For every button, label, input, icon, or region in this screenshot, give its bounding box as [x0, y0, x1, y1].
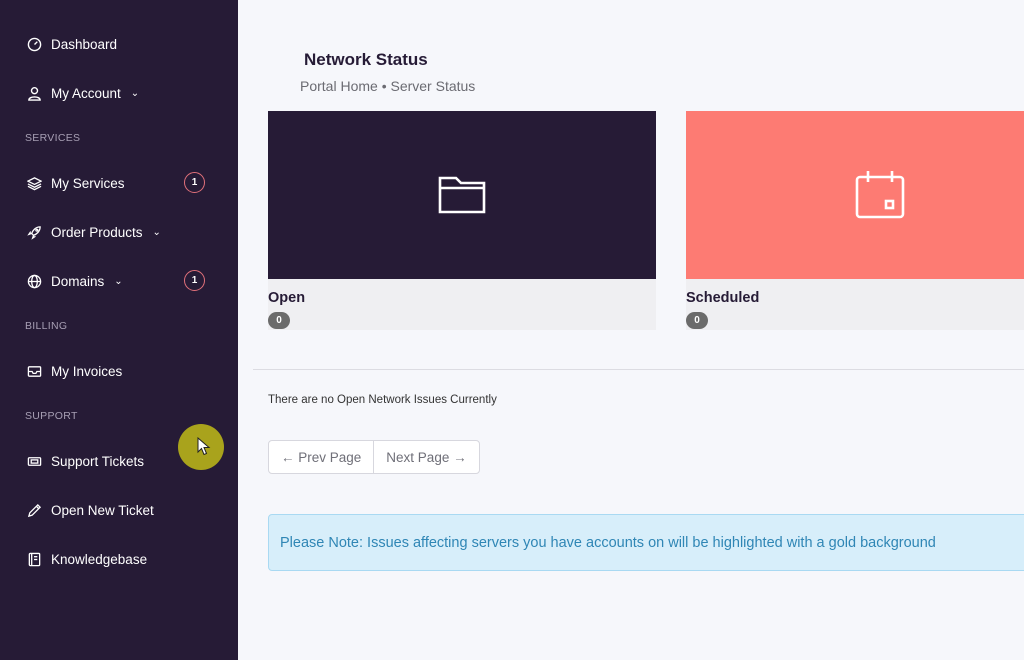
- no-issues-message: There are no Open Network Issues Current…: [268, 394, 497, 406]
- sidebar-item-label: Order Products: [51, 225, 143, 240]
- sidebar-item-label: Knowledgebase: [51, 552, 148, 567]
- domains-count-badge: 1: [184, 270, 205, 291]
- pencil-icon: [26, 502, 43, 519]
- next-page-button[interactable]: Next Page →: [373, 441, 478, 473]
- mouse-pointer-icon: [197, 437, 211, 456]
- card-count-badge: 0: [268, 312, 290, 329]
- sidebar-item-label: Support Tickets: [51, 454, 145, 469]
- section-billing: BILLING: [25, 320, 68, 332]
- section-support: SUPPORT: [25, 410, 78, 422]
- chevron-down-icon: ⌄: [130, 88, 140, 99]
- breadcrumb[interactable]: Portal Home • Server Status: [300, 78, 475, 94]
- gauge-icon: [26, 36, 43, 53]
- prev-page-button[interactable]: ← Prev Page: [269, 441, 373, 473]
- section-services: SERVICES: [25, 132, 81, 144]
- sidebar-item-knowledgebase[interactable]: Knowledgebase: [26, 551, 147, 568]
- card-label: Open: [268, 290, 306, 306]
- layers-icon: [26, 175, 43, 192]
- services-count-badge: 1: [184, 172, 205, 193]
- divider: [253, 369, 1024, 370]
- rocket-icon: [26, 224, 43, 241]
- main-content: Network Status Portal Home • Server Stat…: [238, 0, 1024, 660]
- sidebar-item-label: Open New Ticket: [51, 503, 154, 518]
- sidebar-item-label: My Services: [51, 176, 125, 191]
- sidebar-item-my-account[interactable]: My Account ⌄: [26, 85, 139, 102]
- globe-icon: [26, 273, 43, 290]
- user-icon: [26, 85, 43, 102]
- card-count-badge: 0: [686, 312, 708, 329]
- pagination: ← Prev Page Next Page →: [268, 440, 480, 474]
- sidebar-item-my-invoices[interactable]: My Invoices: [26, 363, 122, 380]
- page-title: Network Status: [304, 50, 428, 69]
- sidebar-item-support-tickets[interactable]: Support Tickets: [26, 453, 144, 470]
- status-card-open[interactable]: Open 0: [268, 111, 656, 330]
- card-banner: [268, 111, 656, 279]
- sidebar-item-label: Dashboard: [51, 37, 118, 52]
- sidebar-item-label: My Invoices: [51, 364, 123, 379]
- sidebar: Dashboard My Account ⌄ SERVICES My Servi…: [0, 0, 238, 660]
- chevron-down-icon: ⌄: [152, 227, 161, 238]
- sidebar-item-label: Domains: [51, 274, 105, 289]
- book-icon: [26, 551, 43, 568]
- card-banner: [686, 111, 1024, 279]
- info-alert: Please Note: Issues affecting servers yo…: [268, 514, 1024, 571]
- sidebar-item-domains[interactable]: Domains ⌄: [26, 273, 123, 290]
- card-label: Scheduled: [686, 290, 760, 306]
- envelope-icon: [26, 363, 43, 380]
- sidebar-item-label: My Account: [51, 86, 121, 101]
- sidebar-item-order-products[interactable]: Order Products ⌄: [26, 224, 161, 241]
- sidebar-item-my-services[interactable]: My Services: [26, 175, 125, 192]
- status-card-scheduled[interactable]: Scheduled 0: [686, 111, 1024, 330]
- chevron-down-icon: ⌄: [114, 276, 123, 287]
- ticket-icon: [26, 453, 43, 470]
- sidebar-item-open-new-ticket[interactable]: Open New Ticket: [26, 502, 154, 519]
- folder-icon: [438, 176, 486, 214]
- calendar-icon: [855, 171, 905, 219]
- sidebar-item-dashboard[interactable]: Dashboard: [26, 36, 117, 53]
